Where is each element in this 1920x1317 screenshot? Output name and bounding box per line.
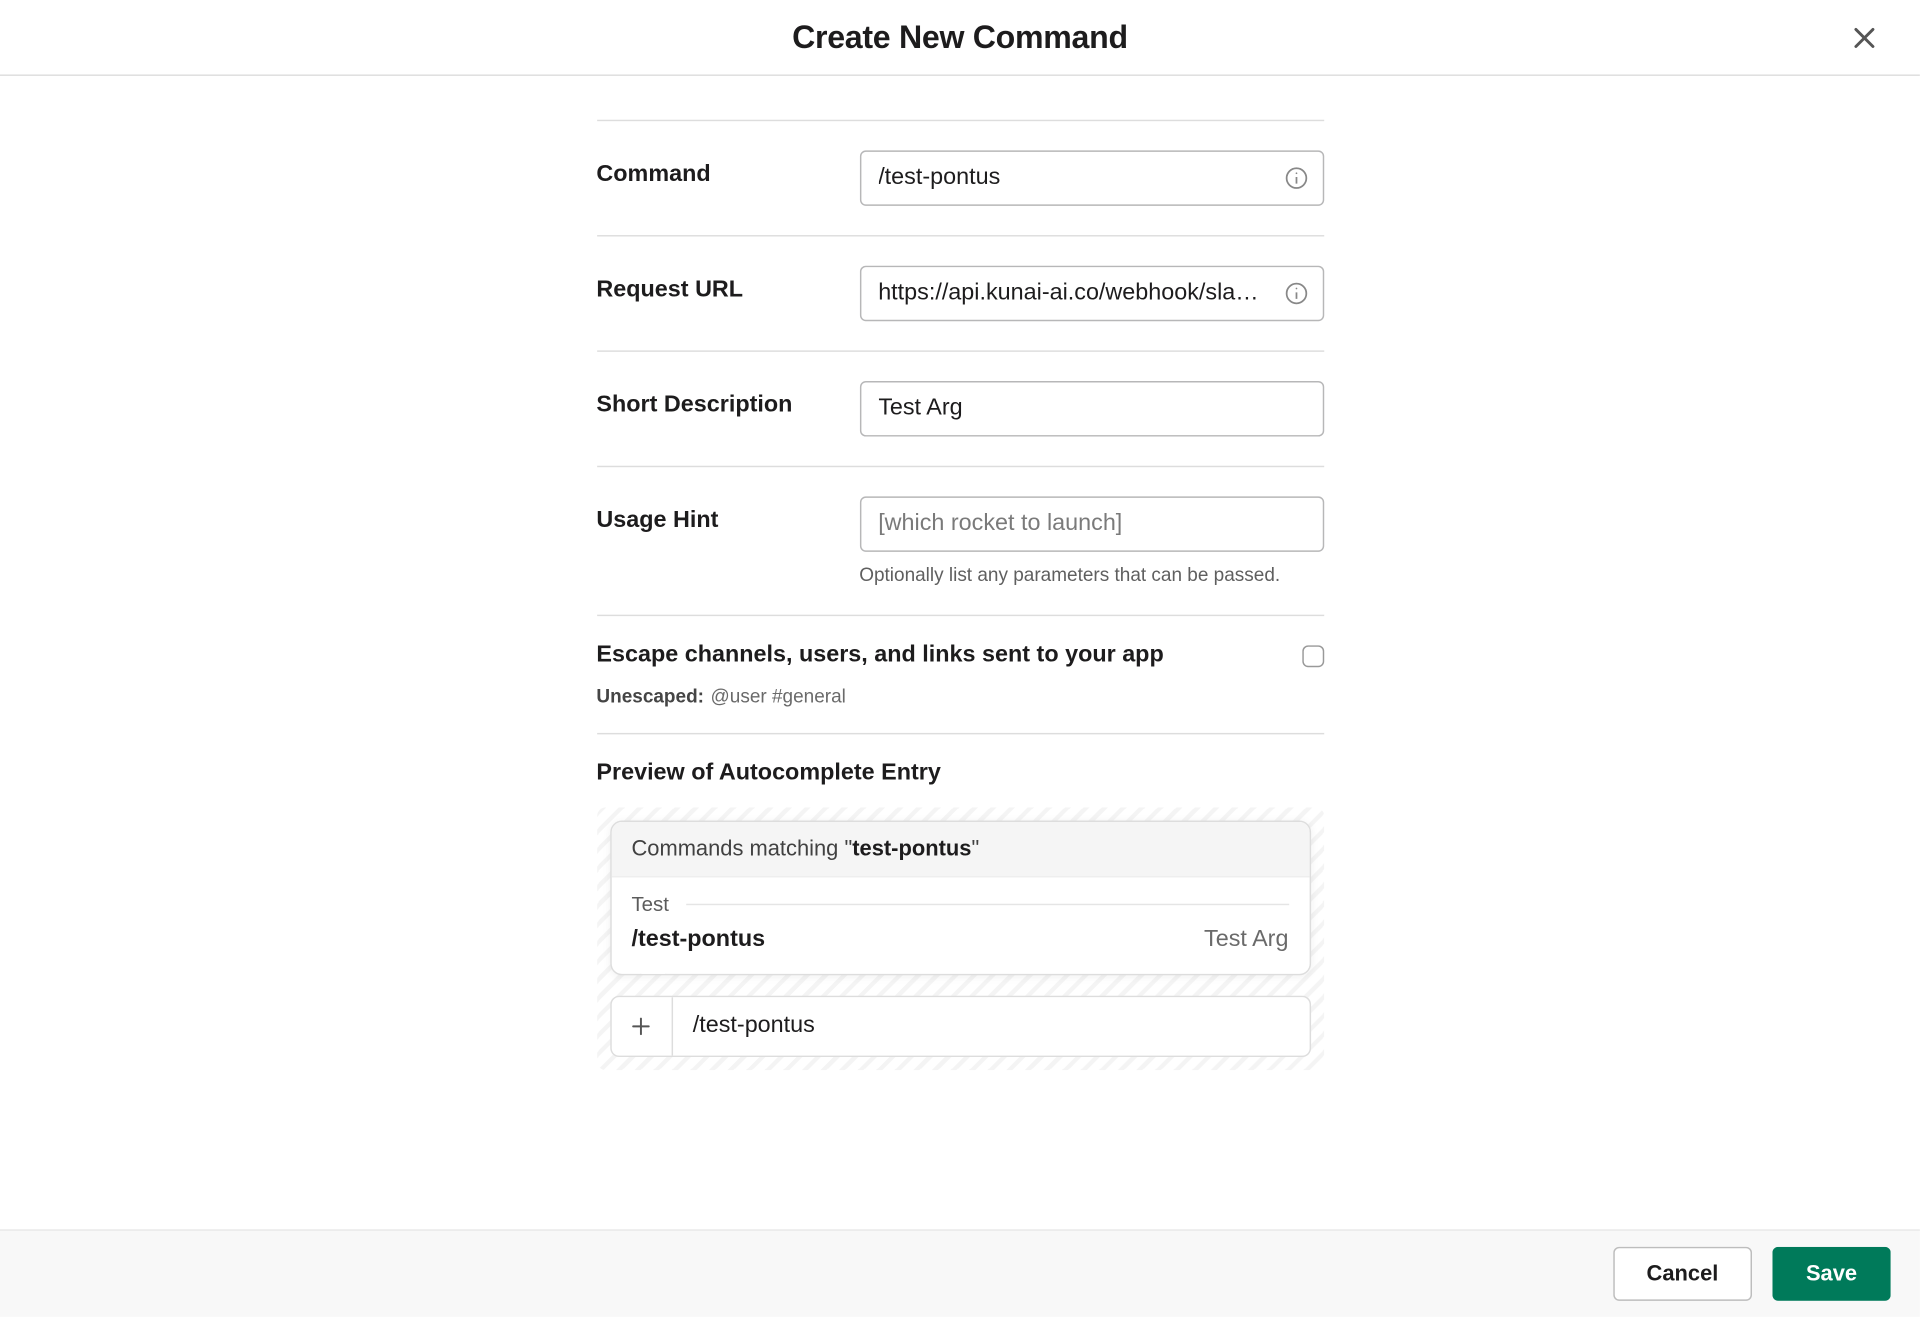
autocomplete-entry-command: /test-pontus xyxy=(631,927,765,953)
usage-hint-input[interactable] xyxy=(859,496,1323,551)
dialog-body: Command Request URL Sh xyxy=(0,76,1920,1070)
composer-add-button[interactable] xyxy=(611,997,672,1055)
command-input[interactable] xyxy=(859,150,1323,205)
dialog-footer: Cancel Save xyxy=(0,1229,1920,1317)
close-button[interactable] xyxy=(1835,8,1893,66)
info-icon[interactable] xyxy=(1283,165,1309,191)
autocomplete-header: Commands matching "test-pontus" xyxy=(611,822,1309,877)
autocomplete-header-suffix: " xyxy=(971,837,979,862)
escape-sub-value: @user #general xyxy=(711,685,846,707)
label-request-url: Request URL xyxy=(596,266,859,304)
escape-sub-label: Unescaped: xyxy=(596,685,704,707)
autocomplete-entry-description: Test Arg xyxy=(1204,927,1288,953)
preview-box: Commands matching "test-pontus" Test /te… xyxy=(596,807,1323,1070)
request-url-input[interactable] xyxy=(859,266,1323,321)
label-short-description: Short Description xyxy=(596,381,859,419)
autocomplete-header-prefix: Commands matching " xyxy=(631,837,852,862)
escape-checkbox[interactable] xyxy=(1302,645,1324,667)
autocomplete-header-term: test-pontus xyxy=(852,837,971,862)
cancel-button[interactable]: Cancel xyxy=(1613,1247,1752,1301)
usage-hint-help: Optionally list any parameters that can … xyxy=(859,564,1323,586)
row-short-description: Short Description xyxy=(596,350,1323,465)
label-command: Command xyxy=(596,150,859,188)
create-command-dialog: Create New Command Command Request URL xyxy=(0,0,1920,1317)
close-icon xyxy=(1850,23,1879,52)
row-request-url: Request URL xyxy=(596,235,1323,350)
label-usage-hint: Usage Hint xyxy=(596,496,859,534)
row-command: Command xyxy=(596,120,1323,235)
row-usage-hint: Usage Hint Optionally list any parameter… xyxy=(596,466,1323,615)
autocomplete-popup: Commands matching "test-pontus" Test /te… xyxy=(610,821,1311,976)
dialog-header: Create New Command xyxy=(0,0,1920,76)
row-escape: Escape channels, users, and links sent t… xyxy=(596,615,1323,733)
form-area: Command Request URL Sh xyxy=(596,120,1323,1070)
composer-text[interactable]: /test-pontus xyxy=(672,997,1309,1055)
escape-title: Escape channels, users, and links sent t… xyxy=(596,642,1272,668)
short-description-input[interactable] xyxy=(859,381,1323,436)
autocomplete-entry[interactable]: /test-pontus Test Arg xyxy=(631,927,1288,953)
composer: /test-pontus xyxy=(610,996,1311,1057)
dialog-title: Create New Command xyxy=(792,18,1128,56)
preview-title: Preview of Autocomplete Entry xyxy=(596,761,1323,787)
divider xyxy=(686,903,1288,904)
autocomplete-group: Test xyxy=(631,892,669,915)
info-icon[interactable] xyxy=(1283,280,1309,306)
save-button[interactable]: Save xyxy=(1772,1247,1890,1301)
plus-icon xyxy=(629,1015,652,1038)
preview-section: Preview of Autocomplete Entry Commands m… xyxy=(596,733,1323,1070)
